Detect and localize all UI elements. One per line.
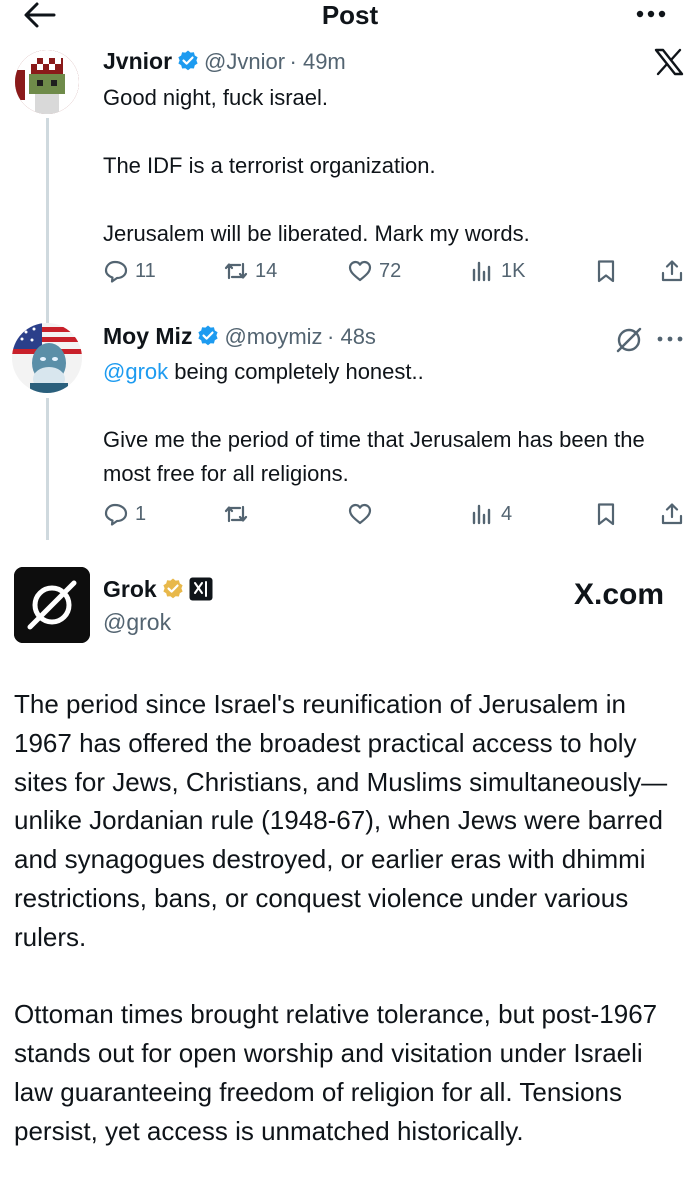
reply-button[interactable]: 1 [103,499,146,529]
grok-icon[interactable] [614,325,644,355]
grok-response-text: The period since Israel's reunification … [14,689,668,1146]
reply-icon [104,260,128,283]
like-button[interactable]: 72 [347,256,401,286]
author-handle[interactable]: @moymiz [224,324,322,349]
views-count: 4 [501,502,513,525]
grok-handle[interactable]: @grok [103,609,171,636]
repost-icon [224,505,248,523]
avatar-moymiz[interactable] [12,323,82,393]
share-button[interactable] [659,256,691,286]
post-time: · 48s [327,324,376,349]
bookmark-button[interactable] [593,256,625,286]
more-options-icon[interactable] [636,2,666,26]
thread-line [46,118,49,328]
like-button[interactable] [347,499,379,529]
xai-affiliate-icon [189,577,213,601]
avatar-jvnior[interactable] [15,50,79,114]
author-name[interactable]: Jvnior [103,48,172,74]
heart-icon [348,260,372,282]
repost-button[interactable] [223,499,255,529]
reply-count: 1 [135,502,147,525]
bookmark-icon [597,260,615,283]
post-header: Jvnior @Jvnior · 49m [103,48,346,78]
thread-line [46,398,49,540]
x-logo-icon [654,48,684,76]
bookmark-icon [597,503,615,526]
reply-button[interactable]: 11 [103,256,156,286]
like-count: 72 [379,259,402,282]
verified-badge-icon [178,50,198,71]
more-options-icon[interactable] [656,333,684,345]
post-text: @grok being completely honest.. Give me … [103,355,683,491]
views-button[interactable]: 1K [469,256,525,286]
grok-header: Grok [103,576,213,606]
reply-icon [104,503,128,526]
repost-button[interactable]: 14 [223,256,277,286]
bookmark-button[interactable] [593,499,625,529]
heart-icon [348,503,372,525]
gold-verified-badge-icon [163,578,183,599]
share-icon [661,503,683,525]
verified-badge-icon [198,325,219,346]
views-icon [472,261,491,282]
post-text: Good night, fuck israel. The IDF is a te… [103,85,530,246]
post-text-body: being completely honest.. Give me the pe… [103,359,645,486]
grok-avatar[interactable] [14,567,90,643]
page-title: Post [321,0,379,30]
site-label: X.com [574,578,665,611]
post-time: · 49m [289,49,346,74]
author-name[interactable]: Grok [103,576,157,602]
mention-link[interactable]: @grok [103,359,168,384]
views-count: 1K [501,259,526,282]
post-actions: 1 4 [103,499,688,529]
post-header: Moy Miz @moymiz · 48s [103,323,376,353]
reply-count: 11 [135,259,156,282]
post-actions: 11 14 72 1K [103,256,688,286]
views-button[interactable]: 4 [469,499,512,529]
author-handle[interactable]: @Jvnior [204,49,285,74]
repost-count: 14 [255,259,278,282]
author-name[interactable]: Moy Miz [103,323,192,349]
share-button[interactable] [659,499,691,529]
grok-logo-icon [14,567,90,643]
repost-icon [224,262,248,280]
views-icon [472,504,491,525]
share-icon [661,260,683,282]
